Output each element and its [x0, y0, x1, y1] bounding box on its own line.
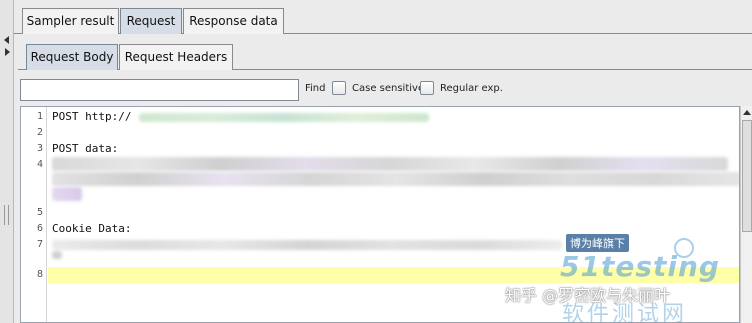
redacted-url	[139, 113, 429, 122]
tab-response-data[interactable]: Response data	[183, 8, 284, 34]
watermark-subtitle: 软件测试网	[562, 302, 688, 323]
case-sensitive-checkbox[interactable]	[332, 81, 346, 95]
editor-line: 6 Cookie Data:	[21, 221, 739, 237]
line-text: POST http://	[52, 110, 132, 123]
editor-line: 3 POST data:	[21, 141, 739, 157]
find-label: Find	[305, 83, 326, 94]
watermark-brand: 51testing	[560, 250, 720, 283]
line-number: 7	[36, 239, 43, 250]
tab-sampler-result[interactable]: Sampler result	[22, 8, 119, 34]
expand-right-arrow-icon[interactable]	[5, 48, 10, 56]
regular-exp-label: Regular exp.	[440, 83, 503, 94]
search-input[interactable]	[20, 79, 299, 101]
line-number: 8	[36, 269, 43, 280]
line-number: 4	[36, 159, 43, 170]
editor-line: 5	[21, 205, 739, 221]
tab-request[interactable]: Request	[120, 8, 182, 34]
redacted-post-data	[52, 157, 728, 171]
tab-request-headers[interactable]: Request Headers	[119, 44, 233, 70]
redacted-cookie-data	[52, 251, 62, 259]
line-text: POST data:	[52, 142, 119, 155]
line-number: 6	[36, 223, 43, 234]
line-text: Cookie Data:	[52, 222, 132, 235]
vertical-scrollbar[interactable]	[740, 106, 752, 323]
line-number: 2	[36, 127, 43, 138]
line-number: 5	[36, 207, 43, 218]
line-number: 3	[36, 143, 43, 154]
tab-request-body[interactable]: Request Body	[26, 44, 118, 70]
splitter-grip[interactable]	[4, 205, 9, 225]
redacted-post-data	[52, 187, 82, 201]
redacted-post-data	[52, 172, 739, 186]
line-number: 1	[36, 111, 43, 122]
regular-exp-checkbox[interactable]	[420, 81, 434, 95]
scroll-up-arrow-icon[interactable]	[743, 110, 751, 115]
redacted-cookie-data	[52, 240, 562, 250]
collapse-left-arrow-icon[interactable]	[4, 36, 9, 44]
editor-line: 2	[21, 125, 739, 141]
scrollbar-thumb[interactable]	[742, 120, 752, 232]
left-splitter[interactable]	[0, 0, 14, 323]
case-sensitive-label: Case sensitive	[352, 83, 425, 94]
